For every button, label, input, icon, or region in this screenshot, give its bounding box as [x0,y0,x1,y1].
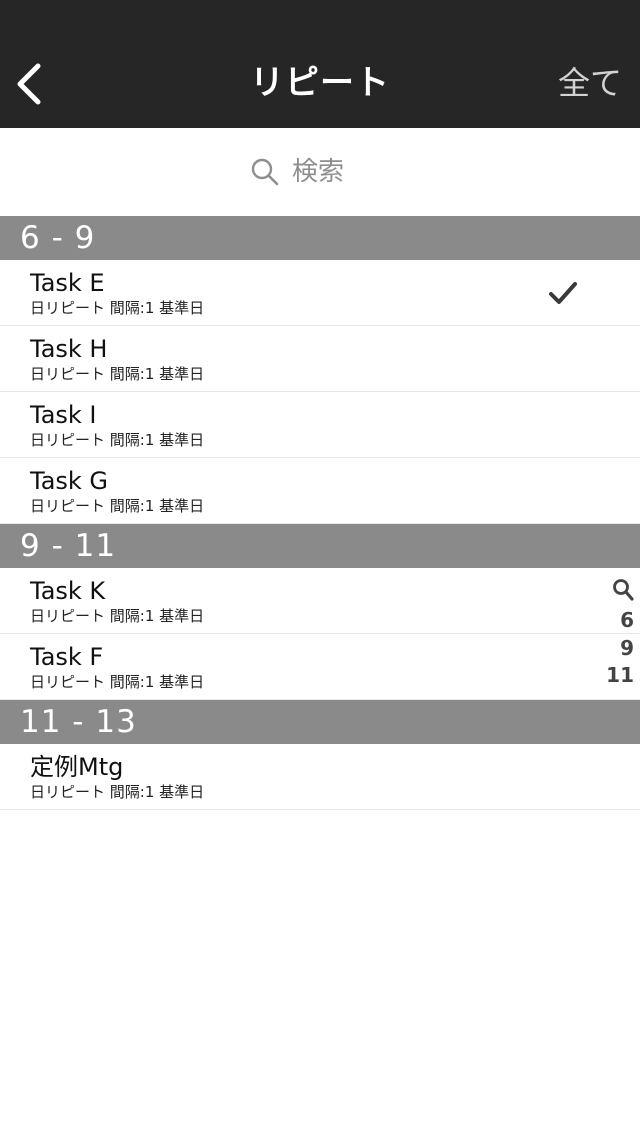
task-title: Task G [30,467,109,495]
index-item[interactable]: 9 [594,635,634,661]
task-subtitle: 日リピート 間隔:1 基準日 [30,431,205,449]
task-title: Task F [30,643,104,671]
task-subtitle: 日リピート 間隔:1 基準日 [30,673,205,691]
section-index-bar[interactable]: 6 9 11 [596,576,640,692]
list-item[interactable]: Task G 日リピート 間隔:1 基準日 [0,458,640,524]
list-item[interactable]: Task I 日リピート 間隔:1 基準日 [0,392,640,458]
task-subtitle: 日リピート 間隔:1 基準日 [30,607,205,625]
search-icon[interactable] [612,578,634,602]
index-item[interactable]: 6 [594,607,634,633]
task-subtitle: 日リピート 間隔:1 基準日 [30,299,205,317]
list-item[interactable]: Task E 日リピート 間隔:1 基準日 [0,260,640,326]
section-header: 11 - 13 [0,700,640,744]
task-title: Task K [30,577,106,605]
section-header: 9 - 11 [0,524,640,568]
index-item[interactable]: 11 [594,662,634,688]
section-title: 9 - 11 [20,528,117,564]
task-title: Task E [30,269,105,297]
list-item[interactable]: Task H 日リピート 間隔:1 基準日 [0,326,640,392]
task-title: Task I [30,401,97,429]
list-item[interactable]: Task F 日リピート 間隔:1 基準日 [0,634,640,700]
back-button[interactable] [10,58,54,110]
search-icon [251,158,279,186]
task-subtitle: 日リピート 間隔:1 基準日 [30,365,205,383]
checkmark-icon [549,282,577,304]
task-title: 定例Mtg [30,753,124,781]
repeat-list-screen: リピート 全て 検索 6 - 9 Task E 日リピート 間隔:1 基準日 T… [0,0,640,1136]
search-bar: 検索 [0,128,640,216]
search-placeholder: 検索 [292,157,345,187]
page-title: リピート [250,63,390,103]
task-subtitle: 日リピート 間隔:1 基準日 [30,783,205,801]
task-subtitle: 日リピート 間隔:1 基準日 [30,497,205,515]
task-title: Task H [30,335,108,363]
search-input[interactable]: 検索 [250,150,450,194]
chevron-left-icon [17,63,41,105]
navigation-bar: リピート 全て [0,0,640,128]
section-title: 11 - 13 [20,704,137,740]
list-item[interactable]: Task K 日リピート 間隔:1 基準日 [0,568,640,634]
section-title: 6 - 9 [20,220,96,256]
list-item[interactable]: 定例Mtg 日リピート 間隔:1 基準日 [0,744,640,810]
show-all-button[interactable]: 全て [558,60,622,106]
section-header: 6 - 9 [0,216,640,260]
